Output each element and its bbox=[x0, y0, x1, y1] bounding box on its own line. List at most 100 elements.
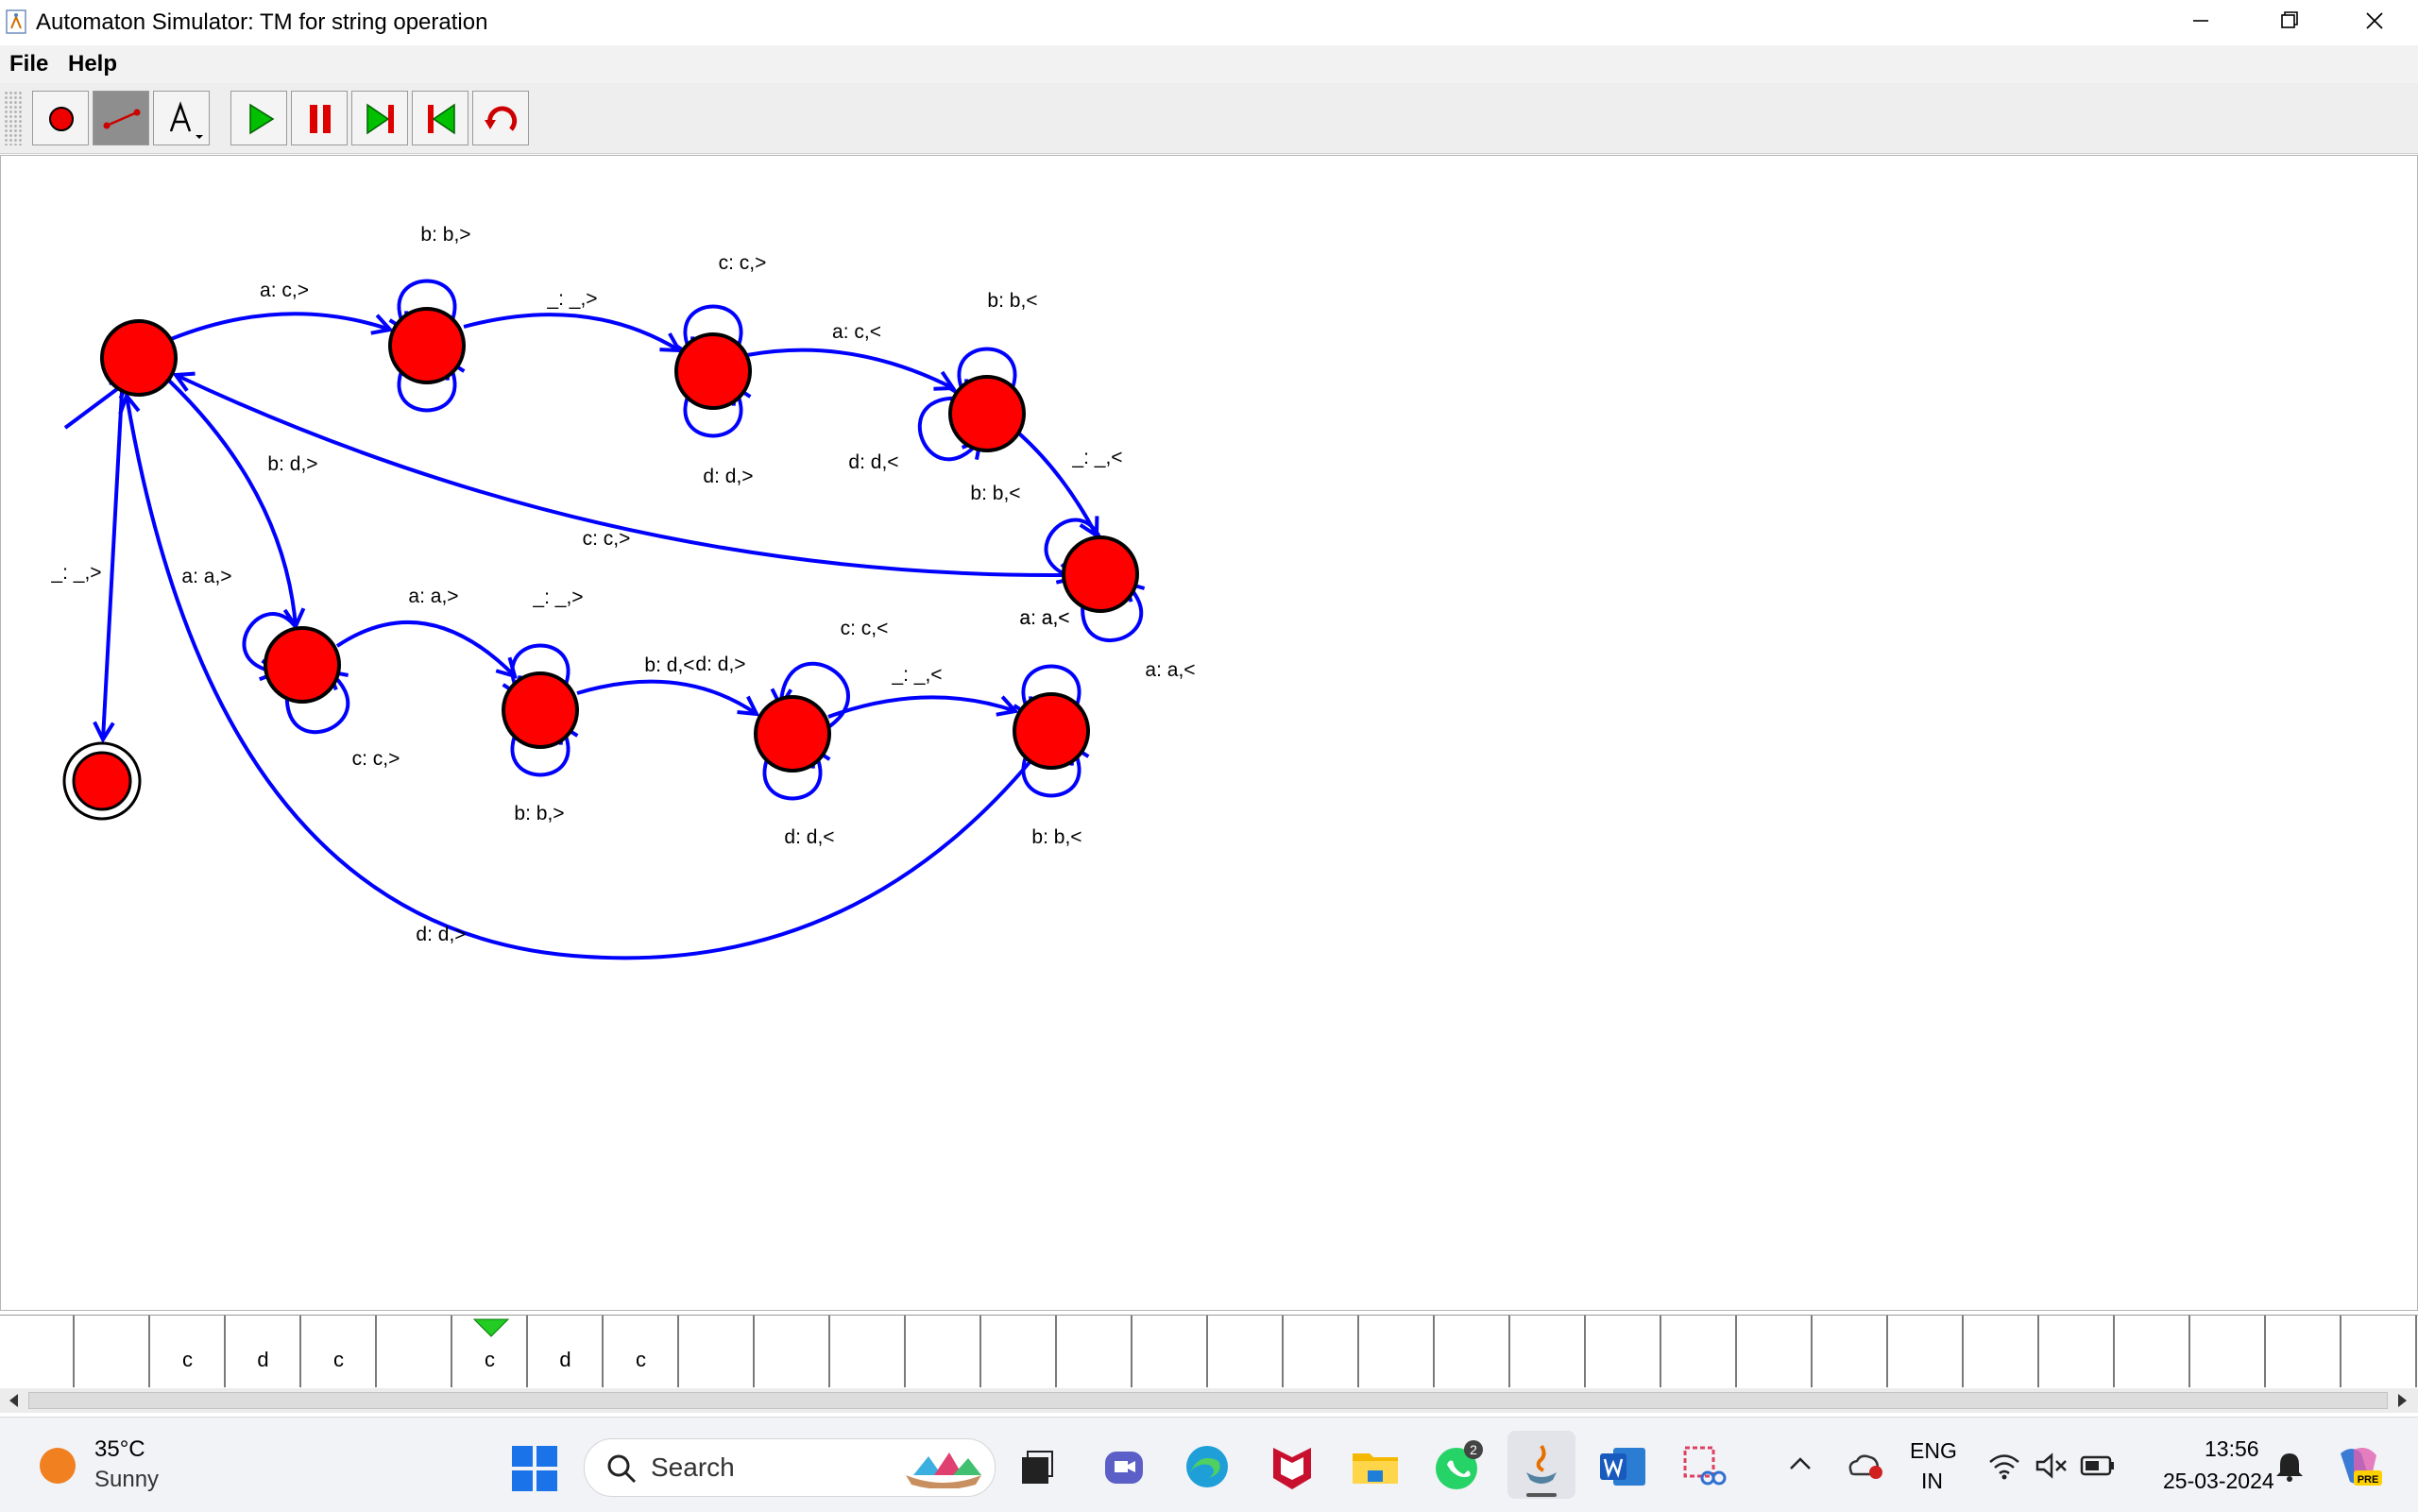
tape-cell[interactable] bbox=[2342, 1316, 2417, 1387]
transition-label: d: d,> bbox=[695, 654, 745, 675]
scroll-right-icon[interactable] bbox=[2392, 1390, 2412, 1411]
tape-cell[interactable] bbox=[1738, 1316, 1813, 1387]
state-tool-button[interactable] bbox=[32, 91, 89, 145]
automaton-canvas[interactable]: a: c,> b: b,> _: _,> c: c,> a: c,< b: b,< d: d… bbox=[0, 155, 2418, 1311]
transition-label: _: _,< bbox=[891, 664, 942, 686]
task-view-icon[interactable] bbox=[1011, 1440, 1064, 1493]
windows-start-icon[interactable] bbox=[510, 1444, 559, 1493]
restore-icon bbox=[2281, 11, 2298, 28]
tape-cell[interactable] bbox=[1058, 1316, 1132, 1387]
transition-label: c: c,> bbox=[583, 528, 631, 550]
scroll-left-icon[interactable] bbox=[4, 1390, 25, 1411]
speaker-muted-icon[interactable] bbox=[2035, 1452, 2069, 1480]
tape-cell[interactable] bbox=[1436, 1316, 1510, 1387]
transition-label: a: a,> bbox=[181, 566, 231, 587]
java-icon bbox=[1526, 1444, 1557, 1484]
transition-edge bbox=[746, 348, 953, 388]
tape-cell[interactable] bbox=[1889, 1316, 1964, 1387]
file-explorer-icon[interactable] bbox=[1349, 1440, 1402, 1493]
clock-time[interactable]: 13:56 bbox=[2205, 1436, 2259, 1462]
tape-cell[interactable] bbox=[1209, 1316, 1284, 1387]
transition-label: a: c,< bbox=[832, 321, 881, 343]
tape-head-marker bbox=[472, 1318, 510, 1337]
close-button[interactable] bbox=[2331, 0, 2418, 45]
tape-cell[interactable] bbox=[2191, 1316, 2266, 1387]
weather-desc[interactable]: Sunny bbox=[94, 1467, 159, 1493]
tape-cell[interactable] bbox=[378, 1316, 452, 1387]
step-forward-button[interactable] bbox=[351, 91, 408, 145]
search-box[interactable]: Search bbox=[584, 1438, 996, 1497]
tape-cell[interactable] bbox=[982, 1316, 1057, 1387]
tape-cell[interactable]: d bbox=[529, 1316, 604, 1387]
tape-cell[interactable] bbox=[756, 1316, 830, 1387]
step-back-button[interactable] bbox=[412, 91, 468, 145]
state-node bbox=[754, 695, 831, 773]
transition-label: a: a,< bbox=[1019, 607, 1069, 629]
run-button[interactable] bbox=[230, 91, 287, 145]
mcafee-icon[interactable] bbox=[1266, 1440, 1319, 1493]
window-title: Automaton Simulator: TM for string opera… bbox=[36, 9, 488, 35]
restore-button[interactable] bbox=[2244, 0, 2331, 45]
tape-cell[interactable] bbox=[1965, 1316, 2039, 1387]
weather-temp[interactable]: 35°C bbox=[94, 1436, 145, 1463]
wifi-icon[interactable] bbox=[1987, 1452, 2021, 1480]
tape-cell[interactable] bbox=[76, 1316, 150, 1387]
teams-meet-icon[interactable] bbox=[1098, 1440, 1150, 1493]
word-icon[interactable] bbox=[1596, 1440, 1649, 1493]
onedrive-error-icon[interactable] bbox=[1846, 1450, 1883, 1480]
language-bottom[interactable]: IN bbox=[1921, 1469, 1943, 1494]
taskbar: 35°C Sunny Search 2 ENG IN 13:56 25-03-2… bbox=[0, 1417, 2418, 1512]
tape-cell[interactable]: c bbox=[151, 1316, 226, 1387]
pause-button[interactable] bbox=[291, 91, 348, 145]
tape-cell[interactable] bbox=[2267, 1316, 2341, 1387]
tape-cell[interactable]: d bbox=[227, 1316, 301, 1387]
tape-cell[interactable] bbox=[1360, 1316, 1435, 1387]
tape-cell[interactable] bbox=[1133, 1316, 1208, 1387]
whatsapp-icon[interactable]: 2 bbox=[1432, 1440, 1485, 1493]
edge-browser-icon[interactable] bbox=[1181, 1440, 1234, 1493]
label-tool-button[interactable] bbox=[153, 91, 210, 145]
transition-label: d: d,< bbox=[784, 826, 834, 848]
reset-button[interactable] bbox=[472, 91, 529, 145]
tape-cell[interactable] bbox=[680, 1316, 755, 1387]
title-bar: Automaton Simulator: TM for string opera… bbox=[0, 0, 2418, 45]
sun-icon[interactable] bbox=[38, 1446, 77, 1486]
notification-bell-icon[interactable] bbox=[2274, 1450, 2305, 1482]
tape-cell[interactable] bbox=[2116, 1316, 2190, 1387]
transition-label: b: b,< bbox=[987, 290, 1037, 312]
text-tool-icon bbox=[169, 101, 203, 139]
toolbar bbox=[0, 83, 2418, 154]
transition-label: a: a,< bbox=[1145, 659, 1195, 681]
tape-cell[interactable] bbox=[1285, 1316, 1359, 1387]
toolbar-grip[interactable] bbox=[4, 91, 23, 145]
copilot-icon[interactable]: PRE bbox=[2333, 1442, 2384, 1489]
tape-cell[interactable] bbox=[1662, 1316, 1737, 1387]
tape-cell[interactable] bbox=[1814, 1316, 1888, 1387]
tape-scrollbar[interactable] bbox=[0, 1388, 2418, 1413]
tape-cell[interactable] bbox=[1511, 1316, 1586, 1387]
tape-cell[interactable] bbox=[831, 1316, 906, 1387]
tape-cell[interactable] bbox=[1587, 1316, 1661, 1387]
language-top[interactable]: ENG bbox=[1910, 1438, 1957, 1464]
menu-file[interactable]: File bbox=[9, 51, 48, 77]
tape-cell[interactable]: c bbox=[604, 1316, 679, 1387]
tape-cell[interactable]: c bbox=[302, 1316, 377, 1387]
transition-icon bbox=[103, 109, 141, 129]
snipping-tool-icon[interactable] bbox=[1679, 1440, 1732, 1493]
tape-cell[interactable] bbox=[2040, 1316, 2115, 1387]
menu-bar: File Help bbox=[0, 45, 2418, 83]
tape-cell[interactable] bbox=[907, 1316, 981, 1387]
transition-label: _: _,< bbox=[1071, 447, 1122, 468]
search-label: Search bbox=[651, 1453, 735, 1482]
chevron-up-icon[interactable] bbox=[1787, 1453, 1814, 1472]
clock-date[interactable]: 25-03-2024 bbox=[2163, 1469, 2274, 1494]
menu-help[interactable]: Help bbox=[68, 51, 117, 77]
step-forward-icon bbox=[366, 103, 394, 135]
state-node bbox=[502, 671, 579, 749]
java-app-taskbar-item[interactable] bbox=[1507, 1431, 1575, 1499]
minimize-button[interactable] bbox=[2157, 0, 2244, 45]
tape-cell[interactable] bbox=[0, 1316, 75, 1387]
scroll-thumb[interactable] bbox=[28, 1392, 2388, 1409]
battery-icon[interactable] bbox=[2080, 1453, 2116, 1478]
transition-tool-button[interactable] bbox=[93, 91, 149, 145]
